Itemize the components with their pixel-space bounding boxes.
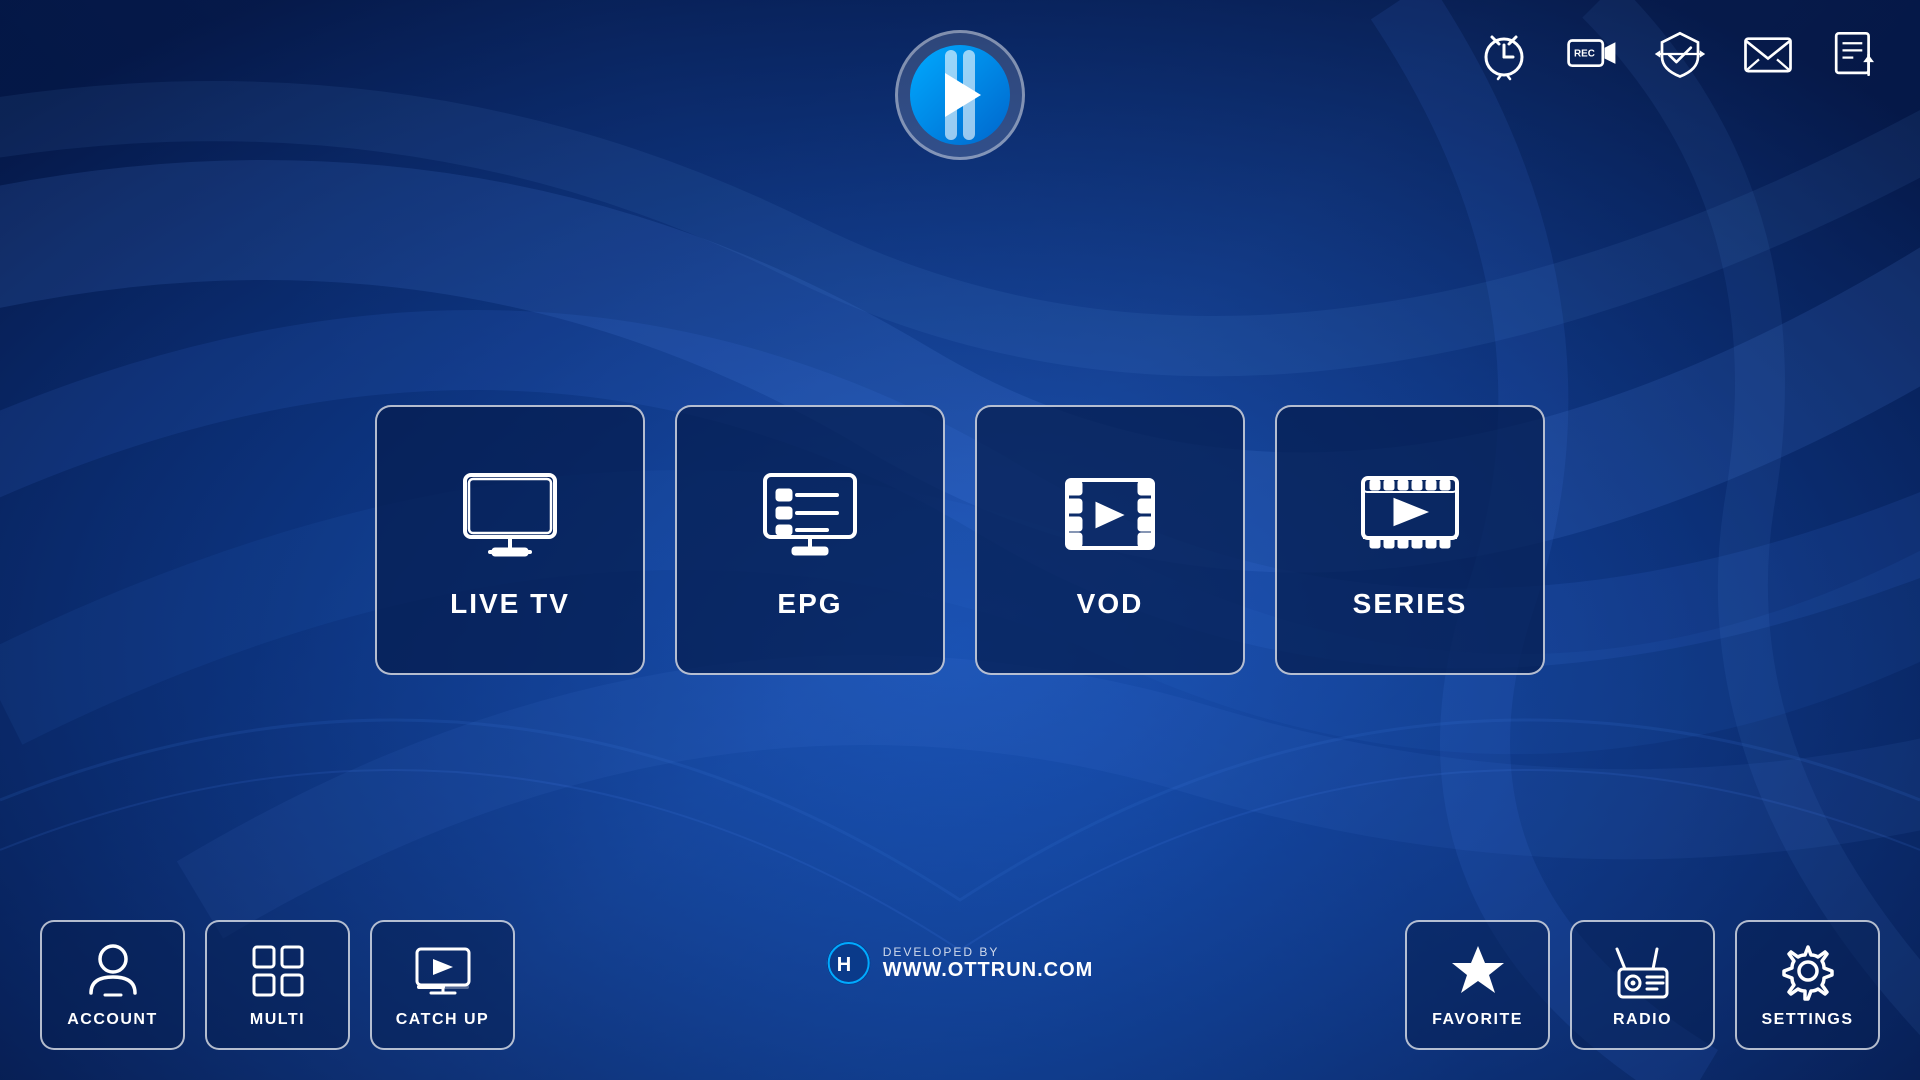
settings-label: SETTINGS bbox=[1761, 1011, 1853, 1029]
vod-label: VOD bbox=[1077, 588, 1144, 620]
timer-icon bbox=[1470, 20, 1538, 88]
svg-text:H: H bbox=[837, 954, 851, 976]
multi-button[interactable]: MULTI bbox=[205, 920, 350, 1050]
series-icon bbox=[1355, 460, 1465, 570]
radio-button[interactable]: RADIO bbox=[1570, 920, 1715, 1050]
account-icon bbox=[83, 941, 143, 1001]
rec-icon: REC bbox=[1558, 20, 1626, 88]
series-label: SERIES bbox=[1353, 588, 1468, 620]
multi-icon bbox=[248, 941, 308, 1001]
app-logo bbox=[895, 30, 1025, 160]
msg-button[interactable] bbox=[1734, 20, 1802, 88]
dev-logo-icon: H bbox=[827, 941, 871, 985]
favorite-icon bbox=[1448, 941, 1508, 1001]
vod-icon bbox=[1055, 460, 1165, 570]
account-label: ACCOUNT bbox=[67, 1011, 158, 1029]
update-icon bbox=[1822, 20, 1890, 88]
catch-up-icon bbox=[413, 941, 473, 1001]
live-tv-label: LIVE TV bbox=[450, 588, 570, 620]
bottom-right-group: FAVORITE RADIO bbox=[1405, 920, 1880, 1050]
epg-icon bbox=[755, 460, 865, 570]
bottom-left-group: ACCOUNT MULTI bbox=[40, 920, 515, 1050]
update-button[interactable] bbox=[1822, 20, 1890, 88]
series-card[interactable]: SERIES bbox=[1275, 405, 1545, 675]
timer-button[interactable] bbox=[1470, 20, 1538, 88]
bottom-bar: ACCOUNT MULTI bbox=[0, 920, 1920, 1050]
vpn-icon bbox=[1646, 20, 1714, 88]
dev-text: DEVELOPED BY WWW.OTTRUN.COM bbox=[883, 945, 1094, 982]
radio-icon bbox=[1613, 941, 1673, 1001]
top-toolbar: REC bbox=[1470, 20, 1890, 88]
dev-url: WWW.OTTRUN.COM bbox=[883, 959, 1094, 982]
favorite-label: FAVORITE bbox=[1432, 1011, 1523, 1029]
main-menu: LIVE TV EPG bbox=[375, 405, 1545, 675]
favorite-button[interactable]: FAVORITE bbox=[1405, 920, 1550, 1050]
catch-up-label: CATCH UP bbox=[396, 1011, 489, 1029]
radio-label: RADIO bbox=[1613, 1011, 1672, 1029]
account-button[interactable]: ACCOUNT bbox=[40, 920, 185, 1050]
developer-credit: H DEVELOPED BY WWW.OTTRUN.COM bbox=[827, 941, 1094, 985]
svg-text:REC: REC bbox=[1574, 49, 1595, 60]
settings-button[interactable]: SETTINGS bbox=[1735, 920, 1880, 1050]
msg-icon bbox=[1734, 20, 1802, 88]
dev-prefix: DEVELOPED BY bbox=[883, 945, 1094, 959]
settings-icon bbox=[1778, 941, 1838, 1001]
catch-up-button[interactable]: CATCH UP bbox=[370, 920, 515, 1050]
live-tv-icon bbox=[455, 460, 565, 570]
live-tv-card[interactable]: LIVE TV bbox=[375, 405, 645, 675]
epg-card[interactable]: EPG bbox=[675, 405, 945, 675]
vod-card[interactable]: VOD bbox=[975, 405, 1245, 675]
multi-label: MULTI bbox=[250, 1011, 305, 1029]
vpn-button[interactable] bbox=[1646, 20, 1714, 88]
epg-label: EPG bbox=[777, 588, 842, 620]
rec-button[interactable]: REC bbox=[1558, 20, 1626, 88]
